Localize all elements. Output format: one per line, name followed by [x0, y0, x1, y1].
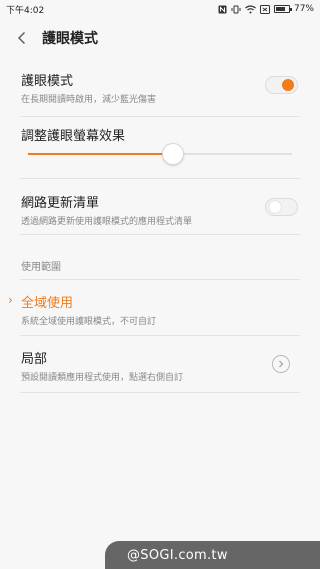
eye-mode-toggle[interactable] — [265, 76, 298, 94]
watermark-text: @SOGI.com.tw — [127, 547, 228, 563]
nfc-icon — [218, 5, 227, 14]
wifi-icon — [245, 4, 256, 14]
divider — [20, 392, 300, 393]
selected-chevron-icon: › — [8, 293, 13, 307]
slider-fill — [28, 153, 174, 155]
scope-option-global[interactable]: › 全域使用 系統全域使用護眼模式，不可自訂 — [0, 292, 320, 332]
network-update-toggle[interactable] — [265, 198, 298, 216]
scope-option-partial[interactable]: 局部 預設閱讀類應用程式使用，點選右側自訂 — [0, 348, 320, 388]
scope-section-label: 使用範圍 — [0, 258, 320, 273]
status-bar: 下午4:02 77% — [0, 0, 320, 18]
battery-icon — [273, 5, 292, 13]
scope-global-subtitle: 系統全域使用護眼模式，不可自訂 — [21, 317, 157, 327]
divider — [20, 178, 300, 179]
customize-arrow-icon[interactable] — [272, 355, 290, 373]
adjust-effect-title: 調整護眼螢幕效果 — [21, 129, 126, 144]
divider — [20, 279, 300, 280]
no-sim-icon — [259, 4, 270, 14]
title-bar: 護眼模式 — [0, 18, 320, 58]
scope-partial-subtitle: 預設閱讀類應用程式使用，點選右側自訂 — [21, 373, 184, 383]
adjust-effect-row: 調整護眼螢幕效果 — [0, 125, 320, 175]
brightness-slider[interactable] — [28, 143, 292, 165]
divider — [20, 116, 300, 117]
divider — [20, 234, 300, 235]
scope-label: 使用範圍 — [21, 262, 61, 273]
status-time: 下午4:02 — [6, 5, 45, 16]
divider — [20, 335, 300, 336]
status-icons: 77% — [218, 4, 314, 14]
network-update-row[interactable]: 網路更新清單 透過網路更新使用護眼模式的應用程式清單 — [0, 192, 320, 232]
vibrate-icon — [231, 5, 241, 14]
eye-mode-row[interactable]: 護眼模式 在長期閱讀時啟用，減少藍光傷害 — [0, 70, 320, 110]
back-arrow-icon[interactable] — [14, 30, 30, 46]
battery-percent: 77% — [293, 4, 314, 14]
page-title: 護眼模式 — [42, 31, 98, 47]
scope-global-title: 全域使用 — [21, 296, 74, 311]
watermark: @SOGI.com.tw — [105, 541, 320, 569]
